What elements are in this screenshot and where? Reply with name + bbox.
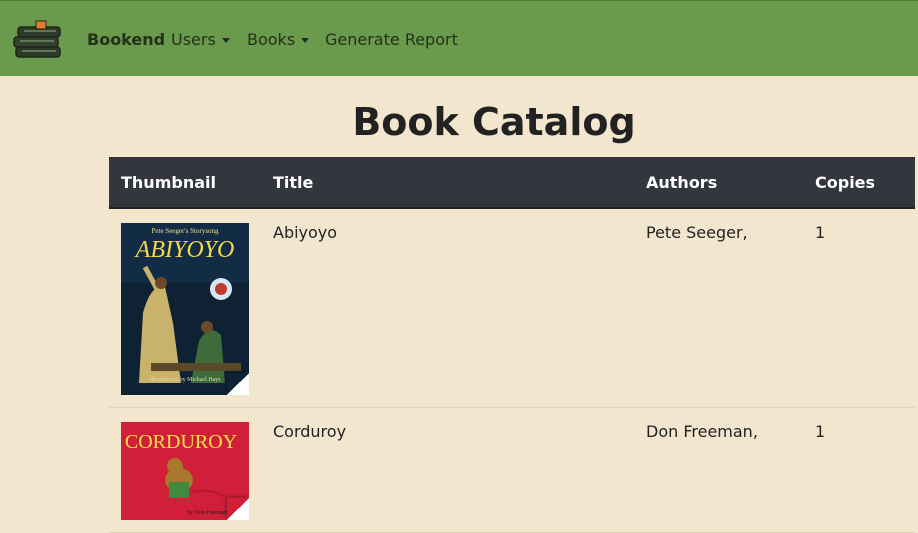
thumbnail-cell: Pete Seeger's Storysong ABIYOYO Illustra… [109,208,261,408]
catalog-table: Thumbnail Title Authors Copies Pete Seeg… [109,157,915,533]
copies-cell: 1 [803,407,915,533]
cover-bottom-text: by Don Freeman [187,510,227,516]
catalog-table-container: Thumbnail Title Authors Copies Pete Seeg… [109,157,915,533]
table-header-row: Thumbnail Title Authors Copies [109,157,915,209]
books-logo-icon[interactable] [12,18,64,60]
nav-users-label: Users [171,30,216,49]
book-cover-thumbnail[interactable]: Pete Seeger's Storysong ABIYOYO Illustra… [121,223,249,395]
book-cover-thumbnail[interactable]: CORDUROY by Don Freeman [121,422,249,520]
header-thumbnail: Thumbnail [109,157,261,209]
nav-generate-report[interactable]: Generate Report [325,30,458,49]
caret-down-icon [221,38,230,43]
page-curl-icon [227,498,249,520]
cover-title-text: CORDUROY [125,431,237,453]
nav-books-label: Books [247,30,296,49]
table-row[interactable]: CORDUROY by Don Freeman Corduroy Don Fre… [109,407,915,533]
title-cell: Corduroy [261,407,634,533]
nav-brand[interactable]: Bookend [87,30,165,49]
thumbnail-cell: CORDUROY by Don Freeman [109,407,261,533]
header-authors: Authors [634,157,803,209]
page-curl-icon [227,373,249,395]
copies-cell: 1 [803,208,915,408]
nav-books-dropdown[interactable]: Books [247,30,310,49]
authors-cell: Pete Seeger, [634,208,803,408]
nav-users-dropdown[interactable]: Users [171,30,230,49]
header-title: Title [261,157,634,209]
title-cell: Abiyoyo [261,208,634,408]
page-title: Book Catalog [352,100,636,144]
cover-bottom-text: Illustrations by Michael Hays [149,377,221,383]
header-copies: Copies [803,157,915,209]
authors-cell: Don Freeman, [634,407,803,533]
cover-title-text: ABIYOYO [134,237,235,263]
table-row[interactable]: Pete Seeger's Storysong ABIYOYO Illustra… [109,208,915,408]
navbar: Bookend Users Books Generate Report [0,0,918,76]
cover-top-text: Pete Seeger's Storysong [152,227,219,235]
caret-down-icon [301,38,310,43]
